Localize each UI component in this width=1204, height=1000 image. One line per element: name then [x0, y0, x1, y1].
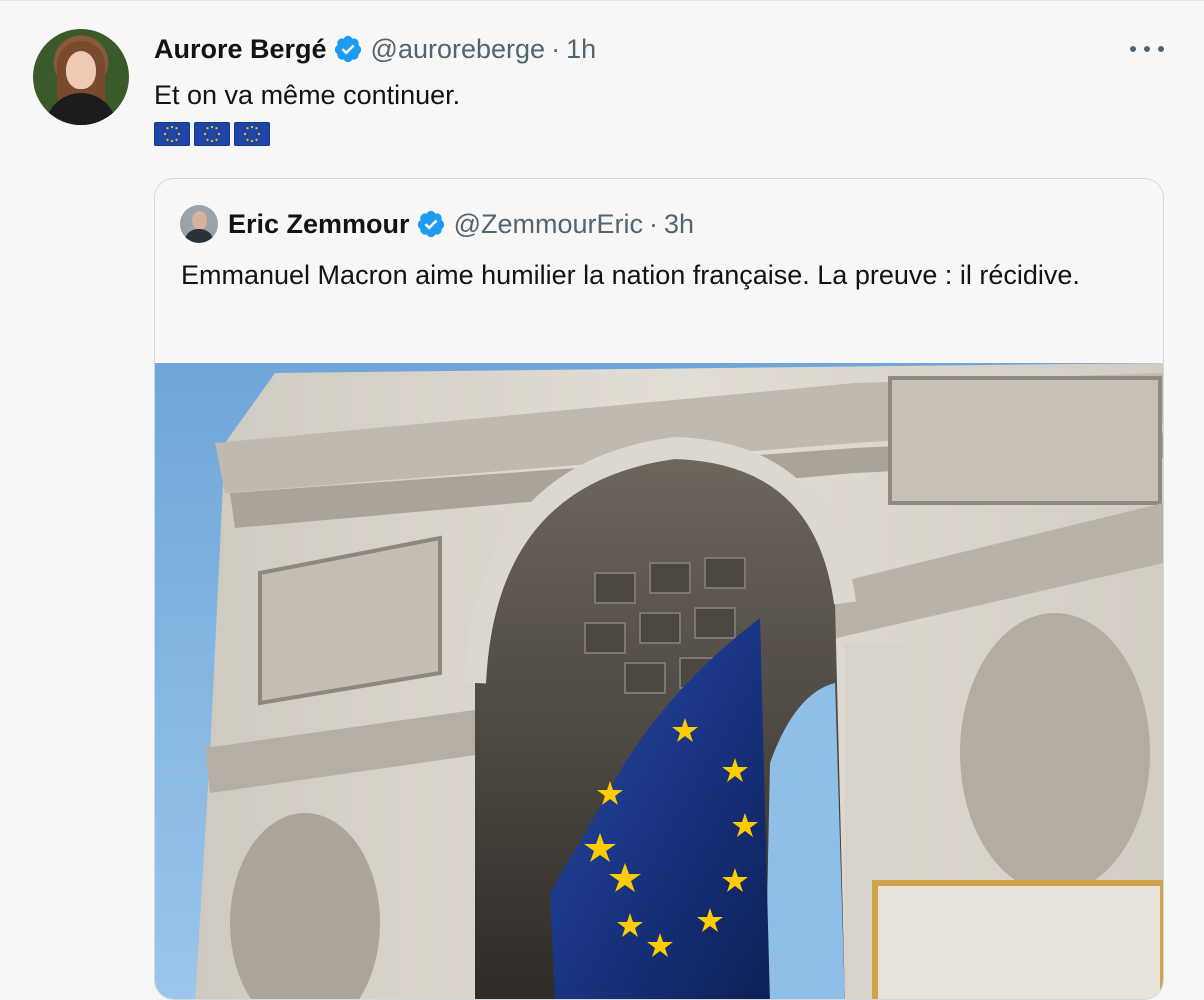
dot: [1130, 46, 1136, 52]
arc-de-triomphe-photo[interactable]: [155, 363, 1163, 999]
quoted-author-avatar[interactable]: [180, 205, 218, 243]
author-handle[interactable]: @auroreberge: [371, 31, 546, 67]
avatar-face: [192, 211, 207, 230]
emoji-flags: [154, 122, 270, 146]
tweet-header: Aurore Bergé @auroreberge · 1h: [154, 31, 596, 67]
separator-dot: ·: [648, 209, 658, 239]
verified-badge-icon: [333, 34, 363, 64]
quoted-tweet-timestamp[interactable]: 3h: [664, 206, 694, 242]
author-avatar[interactable]: [33, 29, 129, 125]
scaffolding: [872, 880, 1163, 999]
dot: [1158, 46, 1164, 52]
verified-badge-icon: [416, 209, 446, 239]
separator-dot: ·: [551, 34, 561, 64]
quoted-tweet-text: Emmanuel Macron aime humilier la nation …: [181, 260, 1080, 290]
author-name[interactable]: Aurore Bergé: [154, 31, 327, 67]
avatar-shoulders: [45, 93, 117, 125]
quoted-tweet-header: Eric Zemmour @ZemmourEric · 3h: [228, 206, 694, 242]
eu-flag-icon: [194, 122, 230, 146]
tweet-timestamp[interactable]: 1h: [566, 31, 596, 67]
quoted-tweet[interactable]: Eric Zemmour @ZemmourEric · 3h Emmanuel …: [154, 178, 1164, 1000]
avatar-suit: [184, 229, 214, 243]
dot: [1144, 46, 1150, 52]
tweet[interactable]: Aurore Bergé @auroreberge · 1h Et on va …: [0, 0, 1204, 1000]
eu-flag-icon: [154, 122, 190, 146]
quoted-author-handle[interactable]: @ZemmourEric: [454, 206, 643, 242]
tweet-text: Et on va même continuer.: [154, 80, 461, 110]
avatar-face: [66, 51, 96, 89]
sculpture-right: [960, 613, 1150, 893]
eu-flag-icon: [234, 122, 270, 146]
more-options-icon[interactable]: [1130, 37, 1164, 61]
relief-panel-right: [888, 376, 1162, 505]
quoted-author-name[interactable]: Eric Zemmour: [228, 206, 410, 242]
